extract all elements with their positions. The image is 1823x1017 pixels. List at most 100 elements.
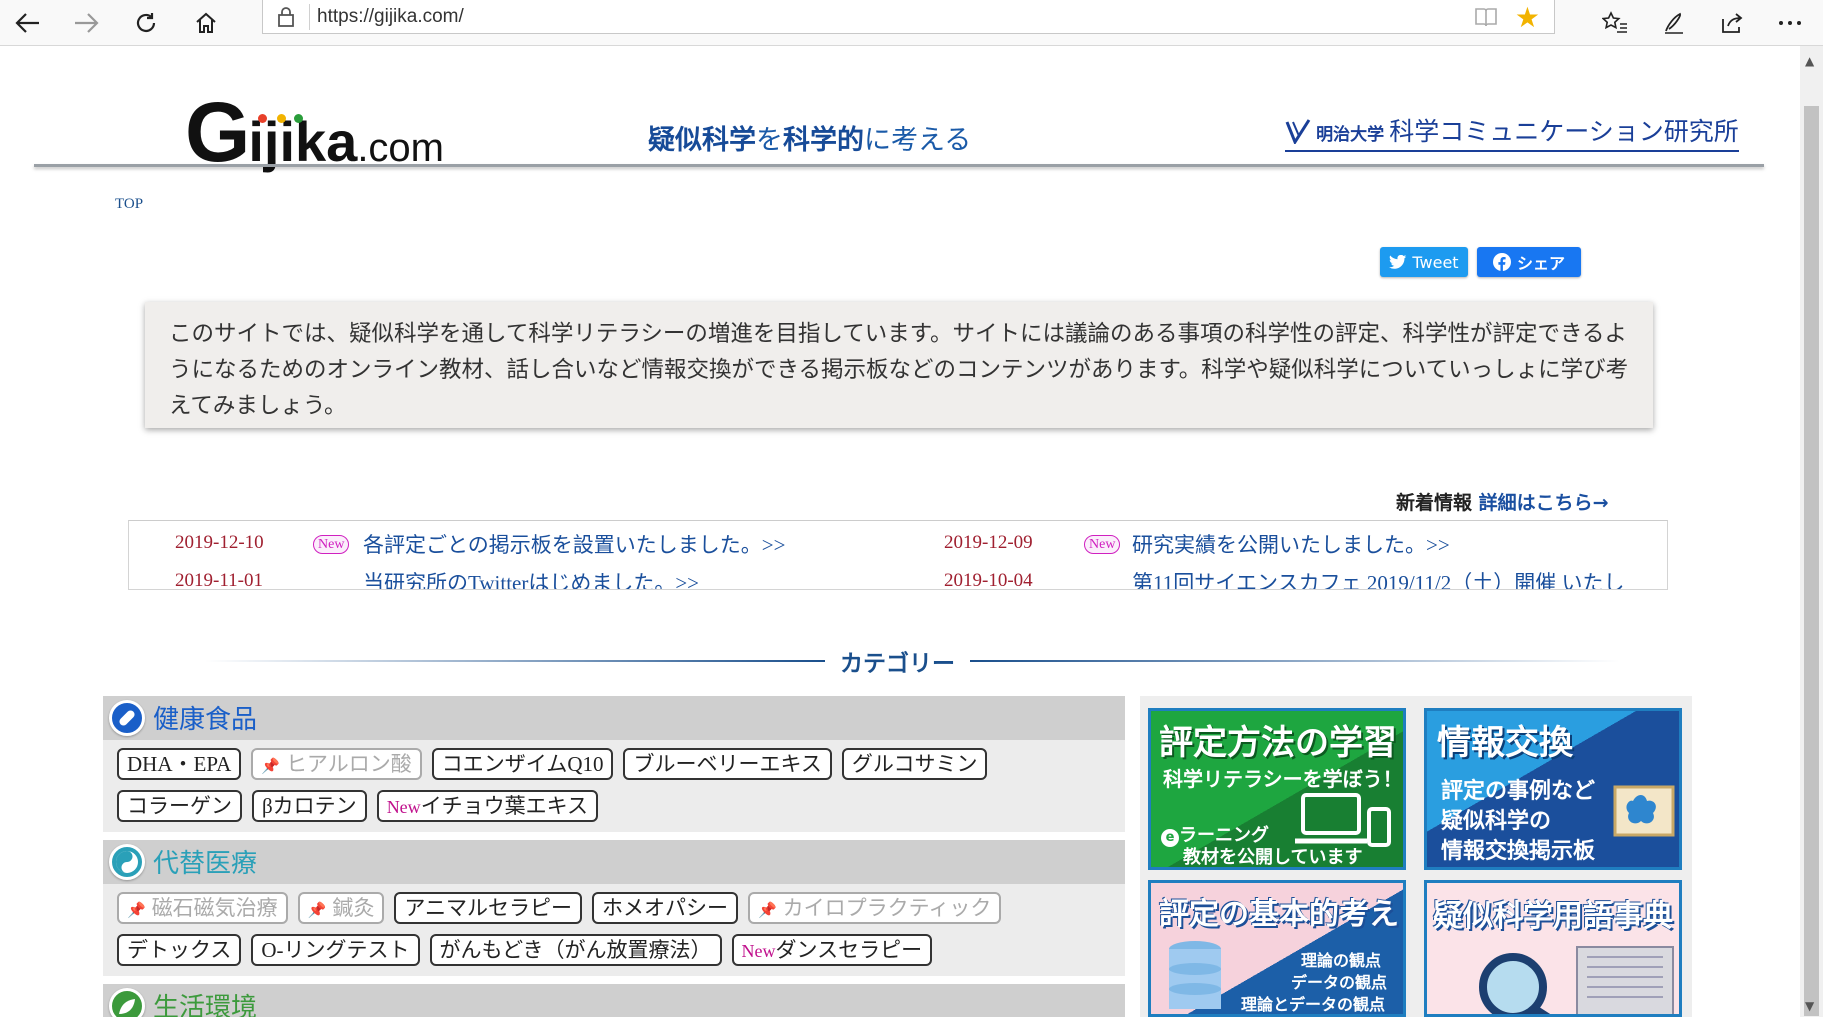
news-link[interactable]: 研究実績を公開いたしました。>> — [1132, 529, 1450, 559]
news-header: 新着情報 詳細はこちら→ — [1396, 488, 1609, 515]
category-header[interactable]: 健康食品 — [103, 696, 1125, 740]
refresh-icon[interactable] — [124, 4, 168, 42]
tag-glucosamine[interactable]: グルコサミン — [841, 748, 988, 780]
news-date: 2019-10-04 — [944, 570, 1033, 590]
favorite-star-icon[interactable]: ★ — [1515, 1, 1540, 34]
news-link[interactable]: 第11回サイエンスカフェ 2019/11/2（土）開催 いたし — [1132, 567, 1624, 589]
scroll-up-icon[interactable]: ▲ — [1805, 54, 1814, 68]
news-link[interactable]: 当研究所のTwitterはじめました。>> — [363, 567, 699, 589]
banner-area: 評定方法の学習 科学リテラシーを学ぼう！ e ラーニング 教材を公開しています 情… — [1140, 696, 1692, 1017]
banner-line-2: 疑似科学の — [1441, 809, 1552, 834]
tag-label: 磁石磁気治療 — [151, 896, 278, 920]
scroll-down-icon[interactable]: ▼ — [1805, 999, 1814, 1013]
lab-university: 明治大学 — [1316, 125, 1385, 145]
category-name: 代替医療 — [153, 849, 258, 879]
lab-link[interactable]: 明治大学 科学コミュニケーション研究所 — [1285, 112, 1739, 152]
tag-collagen[interactable]: コラーゲン — [117, 790, 242, 822]
tagline-pseudoscience: 疑似科学 — [648, 125, 756, 156]
facebook-share-button[interactable]: シェア — [1477, 247, 1581, 277]
news-link[interactable]: 各評定ごとの掲示板を設置いたしました。>> — [363, 529, 785, 559]
pin-icon: 📌 — [127, 903, 146, 919]
tweet-label: Tweet — [1412, 252, 1459, 272]
bulletin-board-icon — [1613, 785, 1675, 837]
page-scrollbar[interactable]: ▲ ▼ — [1800, 46, 1823, 1017]
tag-list: 📌 磁石磁気治療 📌 鍼灸 アニマルセラピー ホメオパシー 📌 カイロプラクティック デトック… — [103, 884, 1125, 980]
tag-ginkgo-extract[interactable]: Newイチョウ葉エキス — [376, 790, 599, 822]
favorites-list-icon[interactable] — [1593, 4, 1637, 42]
tag-acupuncture[interactable]: 📌 鍼灸 — [297, 892, 385, 924]
tag-dha-epa[interactable]: DHA・EPA — [117, 748, 242, 780]
more-options-icon[interactable] — [1768, 4, 1812, 42]
lab-name: 科学コミュニケーション研究所 — [1389, 117, 1739, 146]
new-label: New — [386, 797, 421, 817]
news-date: 2019-12-09 — [944, 532, 1033, 553]
category-alternative-medicine: 代替医療 📌 磁石磁気治療 📌 鍼灸 アニマルセラピー ホメオパシー 📌 カイロプラクティック… — [103, 840, 1125, 976]
banner-title: 評定方法の学習 — [1159, 723, 1397, 763]
facebook-icon — [1492, 253, 1511, 271]
category-header[interactable]: 生活環境 — [103, 984, 1125, 1017]
twitter-bird-icon — [1389, 254, 1407, 269]
news-list: 2019-12-10 New 各評定ごとの掲示板を設置いたしました。>> 201… — [128, 520, 1668, 590]
tag-label: カイロプラクティック — [782, 896, 992, 920]
banner-line-1: 理論の観点 — [1301, 951, 1382, 970]
banner-line-3: 情報交換掲示板 — [1441, 839, 1596, 864]
category-health-food: 健康食品 DHA・EPA 📌 ヒアルロン酸 コエンザイムQ10 ブルーベリーエキス グルコ… — [103, 696, 1125, 832]
banner-title: 評定の基本的考え — [1159, 897, 1399, 932]
news-date: 2019-12-10 — [175, 532, 264, 553]
back-icon[interactable] — [6, 4, 50, 42]
basics-banner[interactable]: 評定の基本的考え 理論の観点 データの観点 理論とデータの観点 — [1148, 880, 1406, 1017]
forward-icon[interactable] — [64, 4, 108, 42]
web-page: Gijika.com 疑似科学を科学的に考える 明治大学 科学コミュニケーション… — [0, 46, 1800, 1017]
tag-o-ring-test[interactable]: O-リングテスト — [251, 934, 420, 966]
new-label: New — [741, 941, 776, 961]
tag-magnet-therapy[interactable]: 📌 磁石磁気治療 — [117, 892, 288, 924]
capsule-icon — [109, 700, 145, 736]
exchange-banner[interactable]: 情報交換 評定の事例など 疑似科学の 情報交換掲示板 — [1424, 708, 1682, 870]
pin-icon: 📌 — [261, 759, 280, 775]
address-separator — [309, 4, 310, 30]
tag-beta-carotene[interactable]: βカロテン — [252, 790, 367, 822]
breadcrumb-top[interactable]: TOP — [115, 196, 143, 213]
logo-dot-yellow — [277, 114, 286, 123]
meiji-logo-icon — [1285, 119, 1311, 146]
reading-view-icon[interactable] — [1474, 6, 1498, 32]
leaf-icon — [109, 988, 145, 1017]
tag-blueberry-extract[interactable]: ブルーベリーエキス — [623, 748, 832, 780]
news-more-link[interactable]: 詳細はこちら→ — [1479, 492, 1609, 514]
category-name: 生活環境 — [153, 993, 258, 1017]
news-heading: 新着情報 — [1396, 492, 1473, 514]
address-bar[interactable]: https://gijika.com/ ★ — [262, 0, 1555, 34]
pen-notes-icon[interactable] — [1652, 4, 1696, 42]
category-living-environment: 生活環境 — [103, 984, 1125, 1017]
share-icon[interactable] — [1710, 4, 1754, 42]
tagline-wo: を — [756, 125, 783, 156]
tag-animal-therapy[interactable]: アニマルセラピー — [394, 892, 582, 924]
tweet-button[interactable]: Tweet — [1380, 247, 1468, 277]
url-text[interactable]: https://gijika.com/ — [317, 6, 464, 28]
tag-list: DHA・EPA 📌 ヒアルロン酸 コエンザイムQ10 ブルーベリーエキス グルコサミン コ… — [103, 740, 1125, 836]
tag-hyaluronic-acid[interactable]: 📌 ヒアルロン酸 — [251, 748, 422, 780]
glossary-banner[interactable]: 疑似科学用語事典 — [1424, 880, 1682, 1017]
pin-icon: 📌 — [307, 903, 327, 919]
tag-homeopathy[interactable]: ホメオパシー — [591, 892, 738, 924]
tag-dance-therapy[interactable]: Newダンスセラピー — [731, 934, 933, 966]
header-divider — [34, 164, 1764, 167]
scroll-thumb[interactable] — [1804, 106, 1819, 1016]
tag-coenzyme-q10[interactable]: コエンザイムQ10 — [431, 748, 614, 780]
home-icon[interactable] — [184, 4, 228, 42]
e-learning-icon: e — [1161, 829, 1179, 847]
banner-subtitle: 科学リテラシーを学ぼう！ — [1163, 767, 1403, 791]
tag-label: イチョウ葉エキス — [420, 794, 589, 818]
tag-detox[interactable]: デトックス — [117, 934, 242, 966]
tagline-think: に考える — [864, 125, 972, 156]
tag-cancer-neglect[interactable]: がんもどき（がん放置療法） — [429, 934, 722, 966]
category-header[interactable]: 代替医療 — [103, 840, 1125, 884]
learning-banner[interactable]: 評定方法の学習 科学リテラシーを学ぼう！ e ラーニング 教材を公開しています — [1148, 708, 1406, 870]
banner-title: 情報交換 — [1437, 723, 1573, 763]
tag-label: ヒアルロン酸 — [285, 752, 412, 776]
yin-yang-icon — [109, 844, 145, 880]
tag-chiropractic[interactable]: 📌 カイロプラクティック — [747, 892, 1002, 924]
category-line-right — [970, 660, 1620, 662]
new-badge: New — [313, 535, 350, 554]
category-title: カテゴリー — [840, 651, 955, 677]
